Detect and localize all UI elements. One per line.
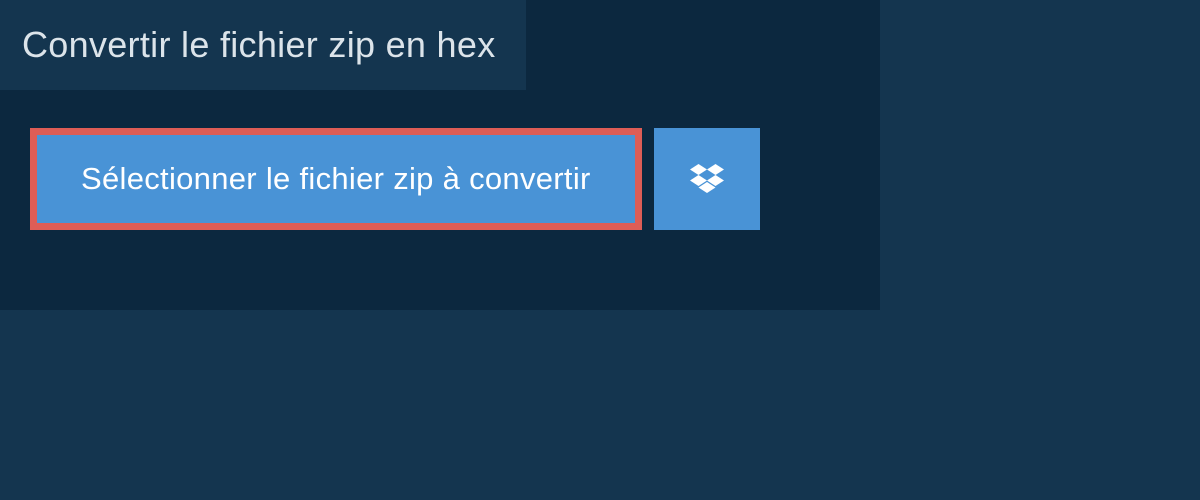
select-file-button[interactable]: Sélectionner le fichier zip à convertir: [30, 128, 642, 230]
button-row: Sélectionner le fichier zip à convertir: [0, 90, 880, 230]
dropbox-button[interactable]: [654, 128, 760, 230]
page-title: Convertir le fichier zip en hex: [22, 24, 496, 66]
title-bar: Convertir le fichier zip en hex: [0, 0, 526, 90]
select-file-label: Sélectionner le fichier zip à convertir: [81, 161, 591, 197]
dropbox-icon: [690, 164, 724, 194]
converter-panel: Convertir le fichier zip en hex Sélectio…: [0, 0, 880, 310]
